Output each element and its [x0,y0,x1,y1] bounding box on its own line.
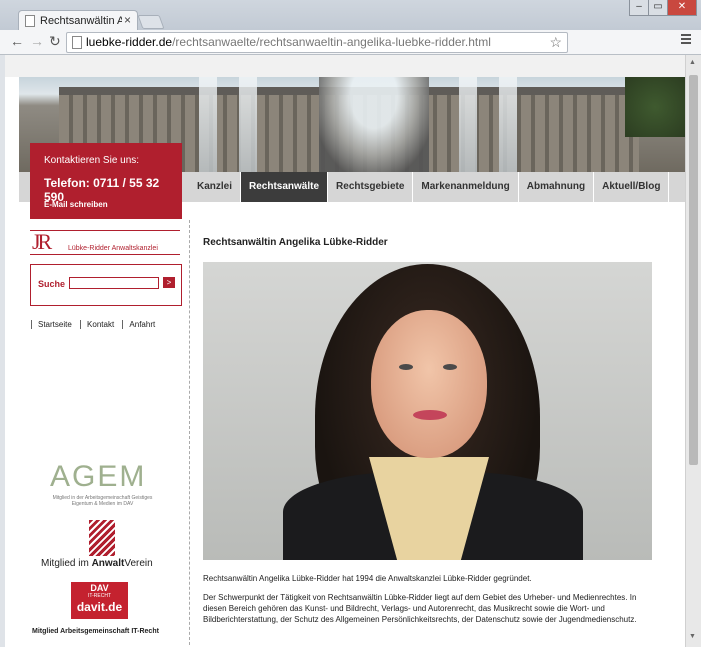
portrait-photo [203,262,652,560]
browser-titlebar: Rechtsanwältin Angelika × – ▭ ✕ [0,0,701,31]
article-paragraph-2: Der Schwerpunkt der Tätigkeit von Rechts… [203,593,637,624]
browser-toolbar: ← → ↻ luebke-ridder.de/rechtsanwaelte/re… [0,30,701,55]
nav-item-rechtsgebiete[interactable]: Rechtsgebiete [328,172,414,202]
anwaltverein-logo-icon[interactable] [89,520,115,556]
search-label: Suche [38,279,66,289]
bookmark-star-icon[interactable]: ☆ [549,33,562,52]
new-tab-button[interactable] [137,15,165,29]
nav-item-aktuell-blog[interactable]: Aktuell/Blog [594,172,670,202]
nav-item-markenanmeldung[interactable]: Markenanmeldung [413,172,519,202]
nav-item-abmahnung[interactable]: Abmahnung [518,172,595,202]
menu-icon[interactable] [681,34,691,46]
nav-item-kanzlei[interactable]: Kanzlei [189,172,242,202]
vertical-scrollbar[interactable]: ▲ ▼ [685,55,701,647]
davit-logo[interactable]: DAV IT-RECHT davit.de [71,582,128,619]
scroll-down-icon[interactable]: ▼ [689,633,696,640]
page-icon [72,36,82,49]
tab-title: Rechtsanwältin Angelika [40,15,122,27]
site-logo[interactable]: JR Lübke-Ridder Anwaltskanzlei [30,229,180,257]
minimize-button[interactable]: – [629,0,649,16]
browser-tab[interactable]: Rechtsanwältin Angelika × [18,10,138,31]
anwaltverein-caption: Mitglied im AnwaltVerein [41,558,153,569]
agem-name: AGEM [50,460,147,493]
address-bar[interactable]: luebke-ridder.de/rechtsanwaelte/rechtsan… [66,32,568,53]
link-anfahrt[interactable]: Anfahrt [122,320,162,329]
agem-logo[interactable]: AGEM Mitglied in der Arbeitsgemeinschaft… [45,460,160,510]
davit-caption: Mitglied Arbeitsgemeinschaft IT-Recht [32,628,159,635]
article-paragraph-1: Rechtsanwältin Angelika Lübke-Ridder hat… [203,574,532,583]
contact-heading: Kontaktieren Sie uns: [44,155,140,166]
sub-links: Startseite Kontakt Anfahrt [31,320,162,329]
logo-text: Lübke-Ridder Anwaltskanzlei [68,245,158,252]
reload-icon[interactable]: ↻ [49,33,61,50]
scrollbar-thumb[interactable] [689,75,698,465]
search-box: Suche > [30,264,182,306]
link-kontakt[interactable]: Kontakt [80,320,121,329]
page-icon [25,15,35,27]
page-title: Rechtsanwältin Angelika Lübke-Ridder [203,237,388,248]
logo-mark: JR [32,229,52,254]
forward-arrow-icon[interactable]: → [30,33,44,49]
page-viewport: Kontaktieren Sie uns: Telefon: 0711 / 55… [5,55,685,647]
contact-box: Kontaktieren Sie uns: Telefon: 0711 / 55… [30,143,182,219]
close-window-button[interactable]: ✕ [667,0,697,16]
search-button[interactable]: > [163,277,175,288]
agem-caption: Mitglied in der Arbeitsgemeinschaft Geis… [52,495,153,507]
scroll-up-icon[interactable]: ▲ [689,59,696,66]
column-divider [189,220,190,647]
search-input[interactable] [69,277,159,289]
maximize-button[interactable]: ▭ [648,0,668,16]
email-link[interactable]: E-Mail schreiben [44,200,108,209]
url-text: luebke-ridder.de/rechtsanwaelte/rechtsan… [86,35,491,49]
tab-close-icon[interactable]: × [124,13,131,27]
back-arrow-icon[interactable]: ← [10,33,24,49]
main-navigation: Kanzlei Rechtsanwälte Rechtsgebiete Mark… [189,172,670,202]
top-strip [5,55,685,77]
link-startseite[interactable]: Startseite [31,320,78,329]
nav-item-rechtsanwaelte[interactable]: Rechtsanwälte [241,172,329,202]
